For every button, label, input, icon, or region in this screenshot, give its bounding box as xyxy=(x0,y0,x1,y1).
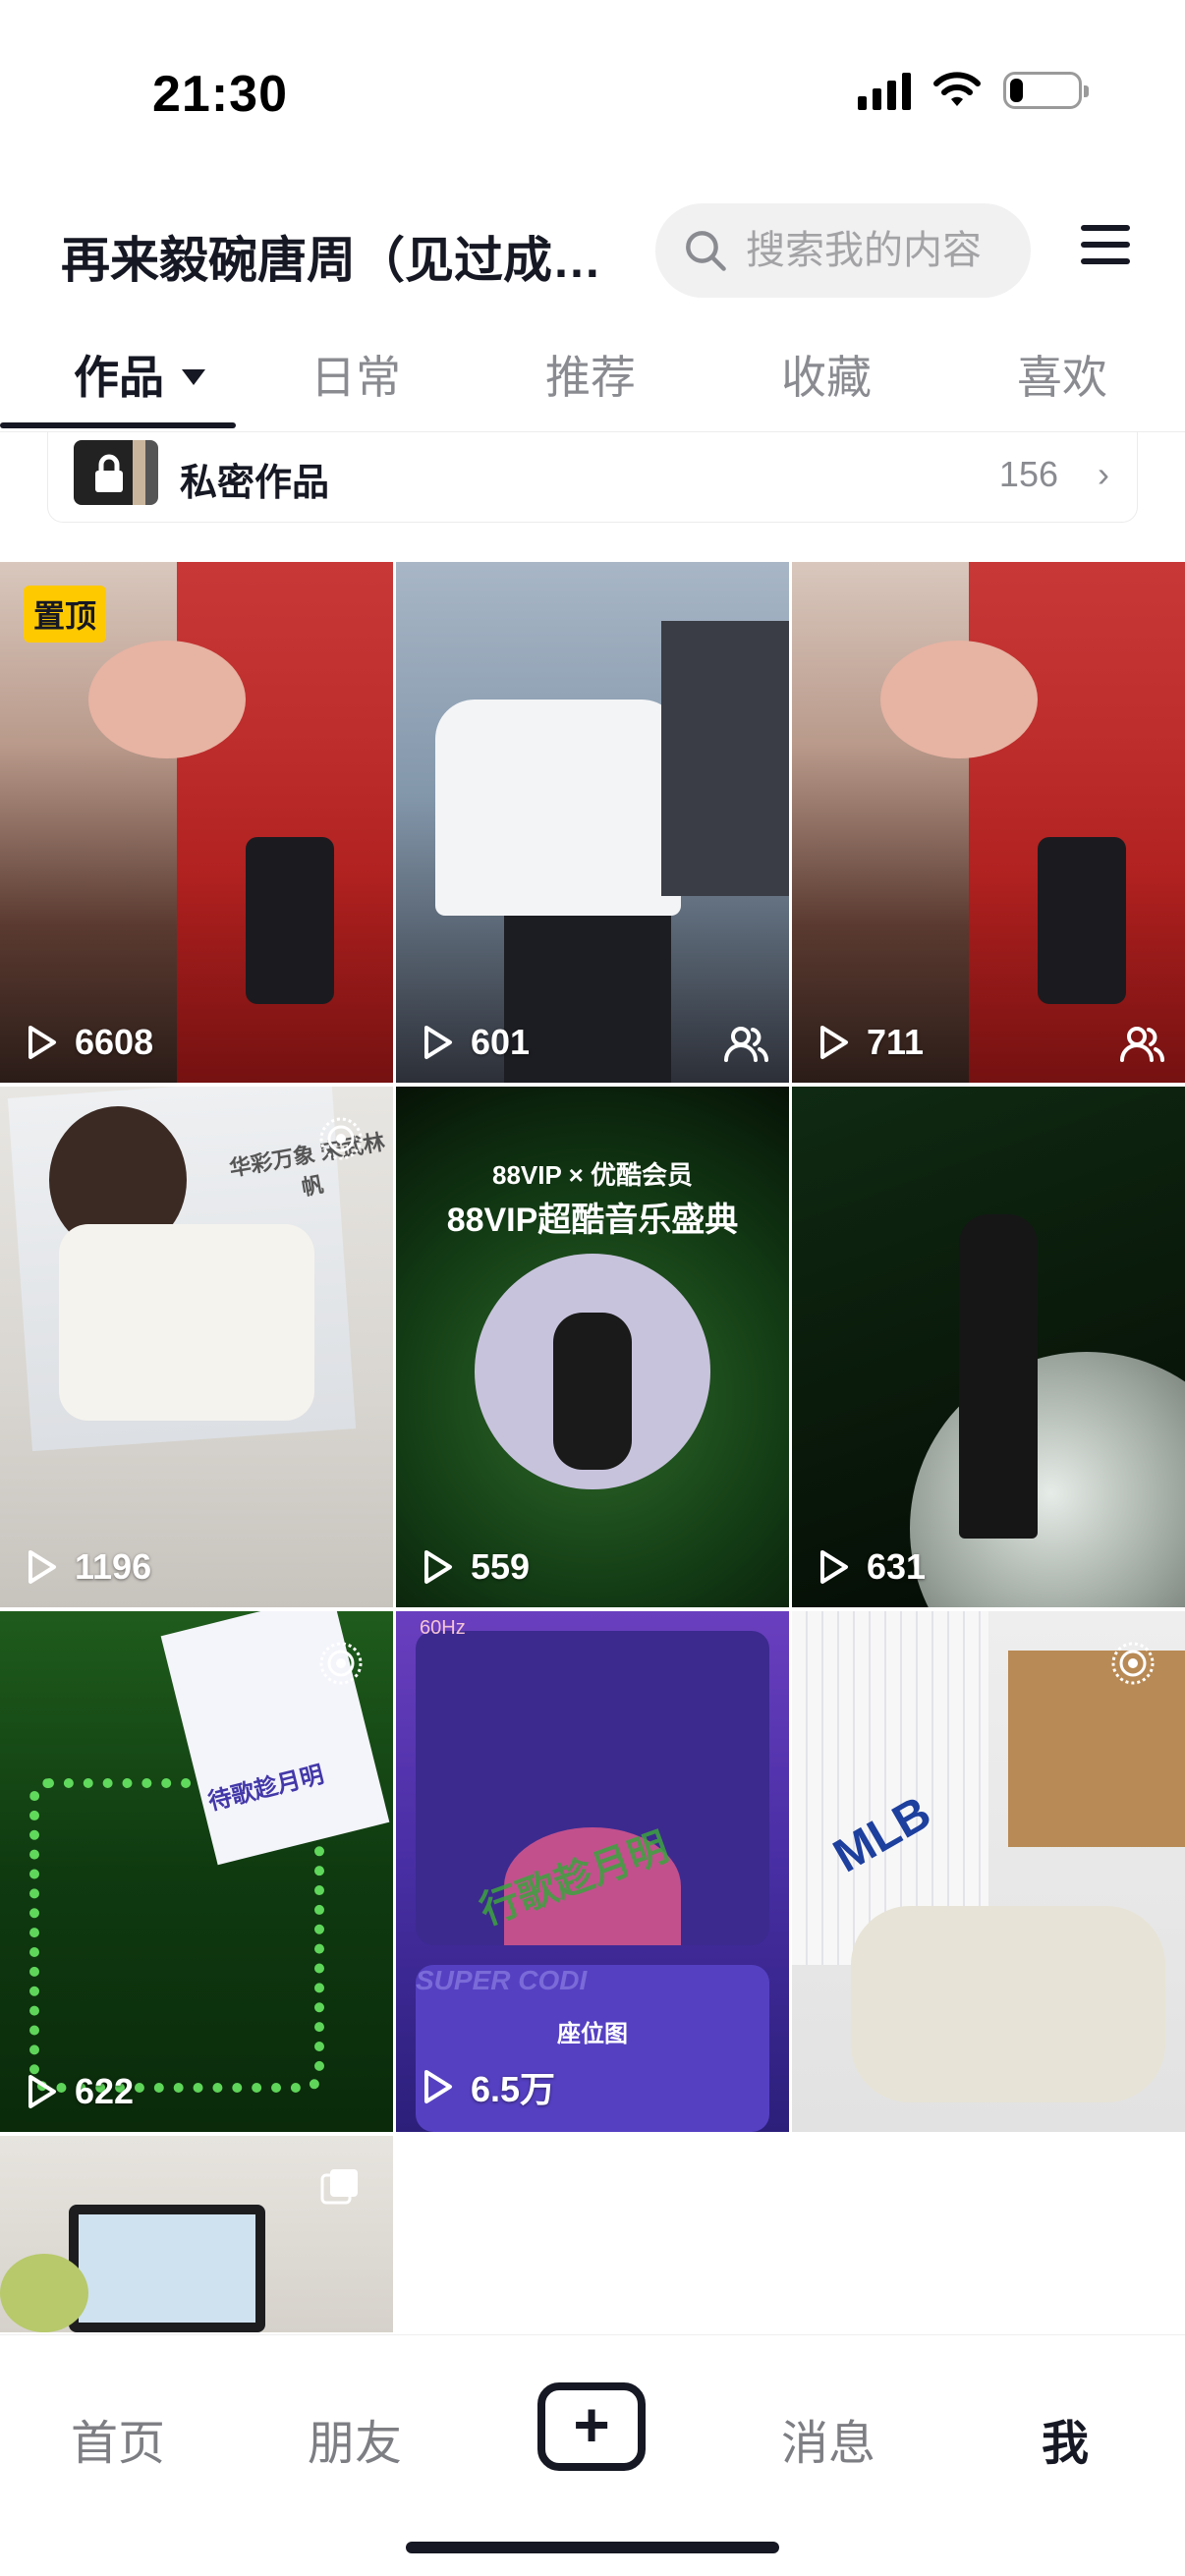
tab-label: 作品 xyxy=(74,352,164,403)
view-count: 631 xyxy=(814,1546,926,1588)
live-photo-icon xyxy=(319,1117,363,1160)
search-icon xyxy=(686,231,726,271)
friends-icon xyxy=(1120,1027,1165,1062)
view-count: 6.5万 xyxy=(418,2061,555,2112)
private-works-row[interactable]: 私密作品 156 › xyxy=(47,432,1138,523)
view-count: 601 xyxy=(418,1022,530,1063)
play-icon xyxy=(424,2070,452,2103)
battery-icon xyxy=(1003,72,1089,109)
status-time: 21:30 xyxy=(152,66,288,123)
battery-level xyxy=(1010,79,1023,102)
brand-text: SUPER CODI xyxy=(416,1965,588,1995)
play-icon xyxy=(820,1550,848,1584)
chevron-right-icon: › xyxy=(1098,454,1109,494)
live-photo-icon xyxy=(319,1642,363,1685)
nav-home[interactable]: 首页 xyxy=(20,2404,216,2473)
nav-me[interactable]: 我 xyxy=(967,2404,1163,2473)
add-button[interactable]: + xyxy=(537,2382,646,2471)
signal-icon xyxy=(858,71,911,110)
play-icon xyxy=(28,2075,56,2108)
play-icon xyxy=(424,1026,452,1059)
view-count: 559 xyxy=(418,1546,530,1588)
status-icons xyxy=(858,71,1089,110)
video-item[interactable]: MLB xyxy=(792,1611,1185,2132)
private-works-count: 156 xyxy=(998,454,1058,494)
video-item[interactable]: 631 xyxy=(792,1087,1185,1607)
view-count: 6608 xyxy=(22,1022,153,1063)
banner-text-main: 88VIP超酷音乐盛典 xyxy=(446,1202,739,1239)
video-item[interactable]: 置顶 6608 xyxy=(0,562,393,1083)
header: 再来毅碗唐周（见过成… xyxy=(0,192,1185,309)
private-works-label: 私密作品 xyxy=(180,463,330,504)
tab-favorites[interactable]: 收藏 xyxy=(781,342,872,407)
tab-daily[interactable]: 日常 xyxy=(310,342,401,407)
tab-likes[interactable]: 喜欢 xyxy=(1017,342,1107,407)
page-title[interactable]: 再来毅碗唐周（见过成… xyxy=(61,221,611,292)
video-item[interactable]: 待歌趁月明 622 xyxy=(0,1611,393,2132)
lock-icon xyxy=(95,454,123,492)
seat-map-label: 座位图 xyxy=(557,2021,628,2047)
banner-text-top: 88VIP × 优酷会员 xyxy=(492,1160,693,1190)
video-item[interactable]: 60Hz 座位图 行歌趁月明 SUPER CODI 6.5万 xyxy=(396,1611,789,2132)
view-count: 1196 xyxy=(22,1546,151,1588)
video-item[interactable]: 601 xyxy=(396,562,789,1083)
search-input[interactable] xyxy=(746,228,1031,273)
wifi-icon xyxy=(933,72,981,106)
nav-messages[interactable]: 消息 xyxy=(730,2404,927,2473)
play-icon xyxy=(28,1026,56,1059)
caret-down-icon xyxy=(182,368,205,385)
play-icon xyxy=(820,1026,848,1059)
status-bar: 21:30 xyxy=(0,0,1185,187)
play-icon xyxy=(424,1550,452,1584)
video-item[interactable]: 711 xyxy=(792,562,1185,1083)
play-icon xyxy=(28,1550,56,1584)
active-tab-indicator xyxy=(0,422,236,428)
live-photo-icon xyxy=(1111,1642,1155,1685)
search-box[interactable] xyxy=(655,203,1031,298)
view-count: 622 xyxy=(22,2071,134,2112)
content-tabs: 作品 日常 推荐 收藏 喜欢 xyxy=(0,324,1185,432)
tab-recommend[interactable]: 推荐 xyxy=(545,342,636,407)
video-item[interactable]: 88VIP × 优酷会员 88VIP超酷音乐盛典 559 xyxy=(396,1087,789,1607)
pinned-badge: 置顶 xyxy=(24,586,107,643)
private-works-thumbnail xyxy=(74,440,158,505)
hamburger-menu-icon[interactable] xyxy=(1081,225,1130,274)
video-item[interactable] xyxy=(0,2136,393,2332)
friends-icon xyxy=(724,1027,769,1062)
video-item[interactable]: 华彩万象 宋武林帆 1196 xyxy=(0,1087,393,1607)
add-icon: + xyxy=(573,2389,610,2460)
bottom-nav: 首页 朋友 + 消息 我 xyxy=(0,2334,1185,2576)
multi-image-icon xyxy=(320,2169,358,2205)
nav-friends[interactable]: 朋友 xyxy=(256,2404,453,2473)
view-count: 711 xyxy=(814,1022,924,1063)
home-indicator xyxy=(406,2542,779,2553)
tab-works[interactable]: 作品 xyxy=(74,342,205,407)
refresh-rate-label: 60Hz xyxy=(420,1617,466,1639)
